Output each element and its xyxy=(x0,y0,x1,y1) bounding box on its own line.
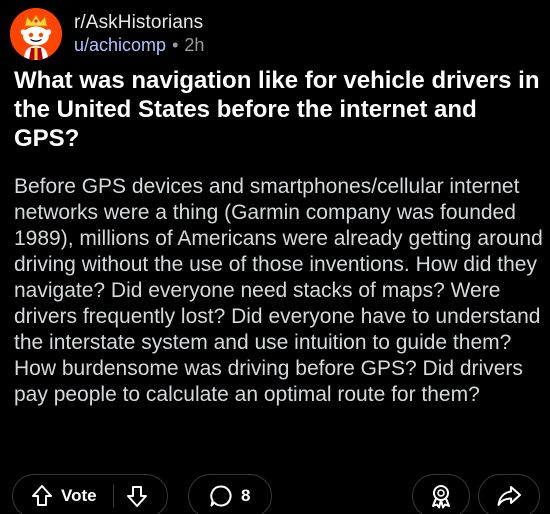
arrow-up-icon[interactable] xyxy=(31,484,53,508)
comment-count: 8 xyxy=(241,486,251,505)
comment-bubble-icon xyxy=(209,484,233,508)
subreddit-avatar[interactable] xyxy=(10,8,62,60)
vote-label: Vote xyxy=(61,486,97,505)
post-actions-bar: Vote 8 xyxy=(12,474,542,514)
reddit-king-icon xyxy=(10,8,62,60)
subreddit-name[interactable]: r/AskHistorians xyxy=(74,12,204,34)
author-username[interactable]: u/achicomp xyxy=(74,34,166,56)
post-age: 2h xyxy=(184,35,205,55)
comments-button[interactable]: 8 xyxy=(188,474,272,514)
arrow-down-icon[interactable] xyxy=(126,484,148,508)
post-header: r/AskHistorians u/achicomp • 2h xyxy=(10,8,204,60)
share-button[interactable] xyxy=(478,474,540,514)
share-icon xyxy=(496,484,522,508)
meta-separator: • xyxy=(172,35,179,55)
award-icon xyxy=(428,483,454,509)
vote-control: Vote xyxy=(12,474,168,514)
author-line: u/achicomp • 2h xyxy=(74,34,204,56)
award-button[interactable] xyxy=(412,474,470,514)
vote-divider xyxy=(112,484,114,508)
post-meta: r/AskHistorians u/achicomp • 2h xyxy=(74,12,204,56)
post-body: Before GPS devices and smartphones/cellu… xyxy=(14,175,543,406)
post-title: What was navigation like for vehicle dri… xyxy=(14,67,540,152)
